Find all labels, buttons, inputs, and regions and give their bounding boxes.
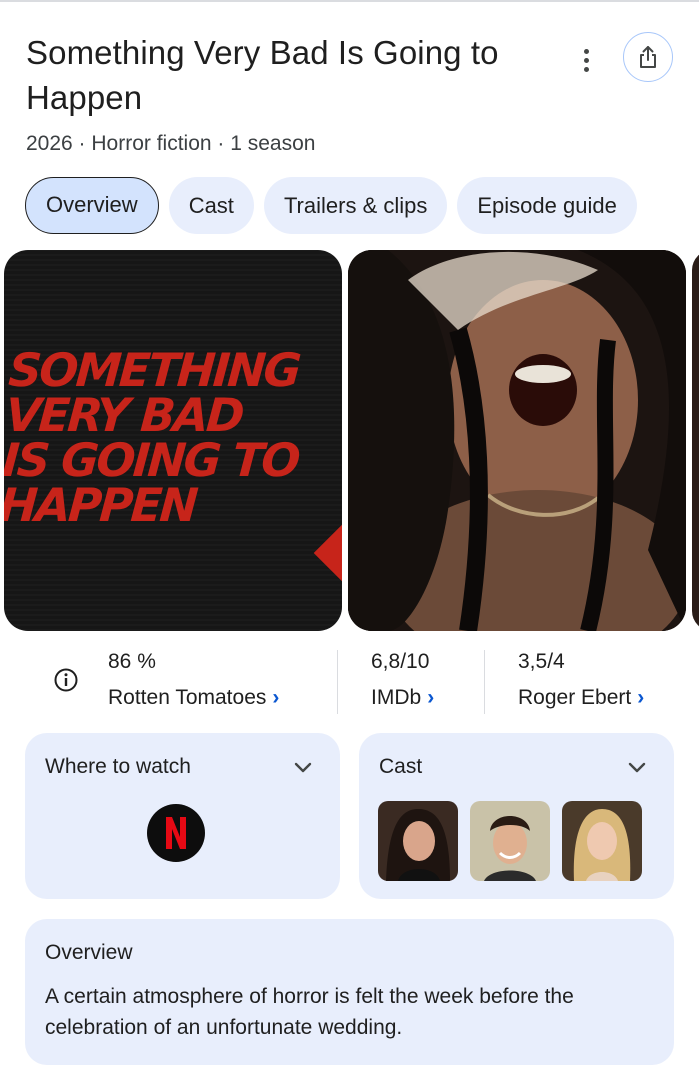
poster-image[interactable]: SOMETHING VERY BAD IS GOING TO HAPPEN [4, 250, 342, 631]
info-icon[interactable] [54, 668, 78, 692]
rating-source-link[interactable]: IMDb › [371, 684, 434, 712]
cast-member-photo[interactable] [562, 801, 642, 881]
tab-cast[interactable]: Cast [168, 177, 254, 234]
page-title: Something Very Bad Is Going to Happen [26, 34, 499, 116]
tab-episode-guide[interactable]: Episode guide [457, 177, 637, 234]
more-vert-icon [583, 48, 589, 54]
cast-card[interactable]: Cast [359, 733, 674, 899]
tab-overview[interactable]: Overview [25, 177, 159, 234]
netflix-n-mark [166, 817, 186, 849]
where-to-watch-card[interactable]: Where to watch [25, 733, 340, 899]
chevron-right-icon: › [272, 686, 280, 709]
more-options-button[interactable] [572, 44, 600, 76]
title-metadata: 2026 · Horror fiction · 1 season [26, 132, 316, 155]
overview-card: Overview A certain atmosphere of horror … [25, 919, 674, 1065]
netflix-logo[interactable] [147, 804, 205, 862]
card-title: Overview [45, 941, 133, 964]
cast-member-photo[interactable] [470, 801, 550, 881]
overview-description: A certain atmosphere of horror is felt t… [45, 985, 574, 1039]
share-button[interactable] [623, 32, 673, 82]
rating-rotten-tomatoes[interactable]: 86 % Rotten Tomatoes › [108, 648, 279, 712]
tab-trailers-clips[interactable]: Trailers & clips [263, 177, 448, 234]
poster-title-art: SOMETHING VERY BAD IS GOING TO HAPPEN [4, 348, 301, 528]
rating-score: 6,8/10 [371, 650, 430, 673]
ratings-row: 86 % Rotten Tomatoes › 6,8/10 IMDb › 3,5/4… [26, 640, 676, 720]
divider [484, 650, 485, 714]
rating-score: 86 % [108, 650, 156, 673]
chevron-down-icon[interactable] [624, 755, 650, 781]
chevron-right-icon: › [637, 686, 645, 709]
rating-score: 3,5/4 [518, 650, 565, 673]
divider [337, 650, 338, 714]
scene-still-image[interactable] [348, 250, 686, 631]
next-media-thumbnail[interactable] [692, 250, 699, 631]
tab-bar: Overview Cast Trailers & clips Episode g… [25, 177, 637, 234]
card-title: Cast [379, 755, 423, 778]
rating-imdb[interactable]: 6,8/10 IMDb › [371, 648, 434, 712]
scene-still-art [348, 250, 686, 631]
chevron-right-icon: › [427, 686, 435, 709]
cast-member-photo[interactable] [378, 801, 458, 881]
rating-source-link[interactable]: Roger Ebert › [518, 684, 644, 712]
card-title: Where to watch [45, 755, 191, 778]
share-icon [640, 46, 656, 68]
rating-roger-ebert[interactable]: 3,5/4 Roger Ebert › [518, 648, 644, 712]
chevron-down-icon[interactable] [290, 755, 316, 781]
rating-source-link[interactable]: Rotten Tomatoes › [108, 684, 279, 712]
top-divider [0, 0, 699, 6]
media-carousel[interactable]: SOMETHING VERY BAD IS GOING TO HAPPEN [4, 250, 699, 631]
